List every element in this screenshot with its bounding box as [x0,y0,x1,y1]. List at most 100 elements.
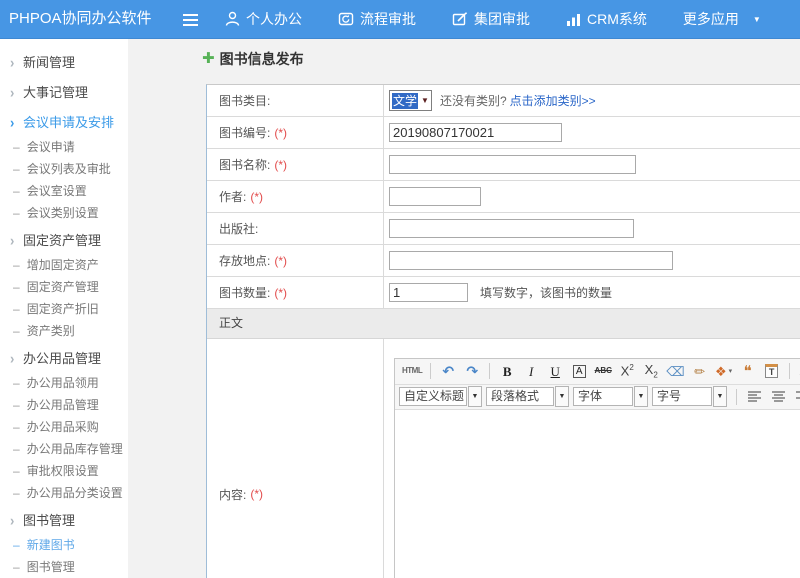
dash-icon: – [13,416,20,438]
sidebar-item-book-manage[interactable]: –图书管理 [0,556,128,578]
custom-title-select[interactable]: 自定义标题▼ [399,386,482,407]
book-category-field: 文学▼ 还没有类别?点击添加类别>> [384,85,800,116]
menu-hamburger-icon[interactable] [183,13,198,25]
sidebar-group-fixed-assets-header[interactable]: ›固定资产管理 [0,228,128,254]
sidebar-item-new-book[interactable]: –新建图书 [0,534,128,556]
sidebar-subitem[interactable]: –会议列表及审批 [0,158,128,180]
sidebar-group-books: ›图书管理–新建图书–图书管理 [0,508,128,578]
strikethrough-button[interactable]: ABC [592,361,614,381]
sidebar-subitem[interactable]: –会议室设置 [0,180,128,202]
align-center-button[interactable] [767,387,789,407]
font-color-button[interactable]: A▾ [796,361,800,381]
format-painter-button[interactable]: ✏ [689,361,711,381]
sidebar-subitem-label: 会议申请 [27,140,75,154]
paint-button[interactable]: ❖▾ [713,361,735,381]
redo-button[interactable]: ↷ [461,361,483,381]
sidebar-group-events: ›大事记管理 [0,80,128,106]
undo-button[interactable]: ↶ [437,361,459,381]
toolbar-separator [789,363,790,379]
font-size-select-value: 字号 [652,387,712,406]
sidebar-group-office-supplies: ›办公用品管理–办公用品领用–办公用品管理–办公用品采购–办公用品库存管理–审批… [0,346,128,504]
nav-group-approval[interactable]: 集团审批 [452,9,530,29]
book-quantity-field: 填写数字，该图书的数量 [384,277,800,308]
editor-toolbar-row2: 自定义标题▼段落格式▼字体▼字号▼∞∞✕● [395,385,800,410]
nav-personal-office-label: 个人办公 [246,9,302,29]
sidebar-group-news: ›新闻管理 [0,50,128,76]
underline-button[interactable]: U [544,361,566,381]
paragraph-format-select[interactable]: 段落格式▼ [486,386,569,407]
book-name-label-text: 图书名称: [219,156,270,173]
strikethrough-button-glyph: ABC [595,367,612,375]
sidebar-subitem[interactable]: –资产类别 [0,320,128,342]
content-label-text: 内容: [219,486,246,503]
sidebar-group-books-header[interactable]: ›图书管理 [0,508,128,534]
dash-icon: – [13,276,20,298]
dash-icon: – [13,254,20,276]
storage-location-field [384,245,800,276]
storage-location-input[interactable] [389,251,673,270]
add-category-link[interactable]: 点击添加类别>> [510,92,596,109]
sidebar-subitem[interactable]: –会议类别设置 [0,202,128,224]
content-required-mark: (*) [250,487,263,501]
sidebar-subitem-label: 图书管理 [27,560,75,574]
sidebar-group-meeting-header[interactable]: ›会议申请及安排 [0,110,128,136]
sidebar-subitem[interactable]: –会议申请 [0,136,128,158]
nav-crm-system[interactable]: CRM系统 [566,9,647,29]
sidebar-subitem-label: 审批权限设置 [27,464,99,478]
book-category-select[interactable]: 文学▼ [389,90,432,111]
publisher-input[interactable] [389,219,634,238]
sidebar-subitem[interactable]: –固定资产折旧 [0,298,128,320]
remove-format-button[interactable]: ⌫ [664,361,686,381]
sidebar-group-meeting: ›会议申请及安排–会议申请–会议列表及审批–会议室设置–会议类别设置 [0,110,128,224]
book-quantity-input[interactable] [389,283,468,302]
book-quantity-hint: 填写数字，该图书的数量 [480,284,612,301]
paragraph-format-select-value: 段落格式 [486,387,554,406]
dash-icon: – [13,534,20,556]
app-logo: PHPOA协同办公软件 [9,0,152,38]
sidebar-subitem[interactable]: –固定资产管理 [0,276,128,298]
align-left-button[interactable] [743,387,765,407]
sidebar-group-office-supplies-header[interactable]: ›办公用品管理 [0,346,128,372]
editor-content-area[interactable] [395,410,800,578]
superscript-button[interactable]: X2 [616,361,638,381]
align-right-button[interactable] [791,387,800,407]
author-required-mark: (*) [250,190,263,204]
sidebar-subitem[interactable]: –办公用品领用 [0,372,128,394]
sidebar-group-news-header[interactable]: ›新闻管理 [0,50,128,76]
blockquote-button[interactable]: ❝ [737,361,759,381]
italic-button[interactable]: I [520,361,542,381]
nav-more-apps[interactable]: 更多应用▼ [683,9,761,29]
book-name-input[interactable] [389,155,636,174]
bold-button-glyph: B [503,365,512,378]
dash-icon: – [13,372,20,394]
nav-crm-system-label: CRM系统 [587,9,647,29]
sidebar-subitem[interactable]: –办公用品库存管理 [0,438,128,460]
sidebar-subitem[interactable]: –增加固定资产 [0,254,128,276]
bold-button[interactable]: B [496,361,518,381]
underline-button-glyph: U [551,365,560,378]
source-button[interactable]: HTML [400,361,424,381]
form-row-book-code: 图书编号:(*) [207,117,800,149]
nav-personal-office[interactable]: 个人办公 [225,9,302,29]
sidebar-subitem[interactable]: –办公用品分类设置 [0,482,128,504]
font-size-select[interactable]: 字号▼ [652,386,727,407]
paste-text-button[interactable]: T [761,361,783,381]
storage-location-label: 存放地点:(*) [207,245,384,276]
font-border-button[interactable]: A [568,361,590,381]
content-label: 内容: (*) [207,339,384,578]
form-row-storage-location: 存放地点:(*) [207,245,800,277]
book-category-note: 还没有类别? [440,92,507,109]
nav-workflow-approval[interactable]: 流程审批 [338,9,416,29]
book-quantity-label-text: 图书数量: [219,284,270,301]
sidebar-subitem[interactable]: –办公用品管理 [0,394,128,416]
superscript-button-glyph: X2 [621,364,634,377]
sidebar-group-events-header[interactable]: ›大事记管理 [0,80,128,106]
book-code-input[interactable] [389,123,562,142]
sidebar-subitem[interactable]: –办公用品采购 [0,416,128,438]
paint-button-glyph: ❖ [715,365,727,378]
font-family-select[interactable]: 字体▼ [573,386,648,407]
sidebar-subitem[interactable]: –审批权限设置 [0,460,128,482]
subscript-button[interactable]: X2 [640,361,662,381]
author-input[interactable] [389,187,481,206]
sidebar-subitem-label: 办公用品采购 [27,420,99,434]
